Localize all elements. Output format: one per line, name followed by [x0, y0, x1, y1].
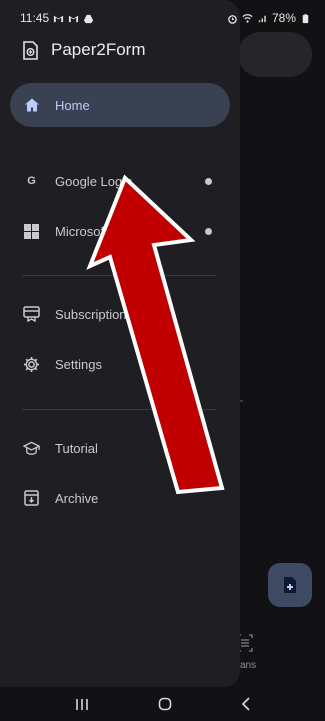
drawer-item-label: Settings	[55, 356, 102, 372]
status-dot	[205, 227, 212, 235]
add-document-icon	[284, 577, 296, 593]
home-button-icon[interactable]	[158, 697, 172, 711]
app-title: Paper2Form	[51, 40, 146, 59]
gmail-icon	[54, 15, 64, 22]
gear-icon	[23, 356, 40, 373]
drawer-item-archive[interactable]: Archive	[10, 476, 230, 520]
navigation-drawer: Paper2Form Home G Google Login Microsoft…	[0, 0, 240, 687]
gmail-icon	[69, 15, 79, 22]
status-dot	[205, 177, 212, 185]
back-icon[interactable]	[241, 697, 251, 711]
scan-nav-label: ans	[240, 660, 257, 671]
drawer-header: Paper2Form	[22, 40, 145, 60]
signal-icon	[258, 15, 266, 22]
archive-icon	[23, 490, 40, 507]
battery-icon	[302, 13, 309, 23]
alarm-icon	[228, 14, 237, 24]
drawer-item-label: Home	[55, 97, 90, 113]
scan-fab-button[interactable]	[268, 563, 312, 607]
status-time: 11:45	[20, 11, 50, 25]
google-icon: G	[27, 175, 36, 187]
background-search-bar[interactable]	[238, 32, 312, 77]
drawer-item-label: Google Login	[55, 173, 133, 189]
drawer-item-label: Tutorial	[55, 440, 98, 456]
home-icon	[23, 97, 40, 114]
drawer-item-label: Archive	[55, 490, 99, 506]
drawer-item-label: Microsoft	[55, 223, 108, 239]
drive-icon	[84, 14, 94, 23]
drawer-divider	[22, 409, 217, 410]
system-navigation-bar	[0, 687, 325, 721]
subscription-icon	[23, 306, 40, 323]
recent-apps-icon[interactable]	[75, 698, 89, 711]
battery-percent: 78%	[271, 11, 296, 25]
drawer-item-label: Subscription	[55, 306, 127, 322]
graduation-cap-icon	[23, 440, 40, 457]
drawer-item-google-login[interactable]: G Google Login	[10, 159, 230, 203]
wifi-icon	[242, 13, 253, 23]
drawer-item-microsoft[interactable]: Microsoft	[10, 209, 230, 253]
drawer-item-home[interactable]: Home	[10, 83, 230, 127]
status-bar: 11:45 78%	[0, 0, 325, 36]
microsoft-icon	[23, 223, 40, 240]
drawer-item-settings[interactable]: Settings	[10, 342, 230, 386]
drawer-divider	[22, 275, 217, 276]
app-logo-icon	[23, 40, 38, 60]
drawer-item-subscription[interactable]: Subscription	[10, 292, 230, 336]
drawer-item-tutorial[interactable]: Tutorial	[10, 426, 230, 470]
